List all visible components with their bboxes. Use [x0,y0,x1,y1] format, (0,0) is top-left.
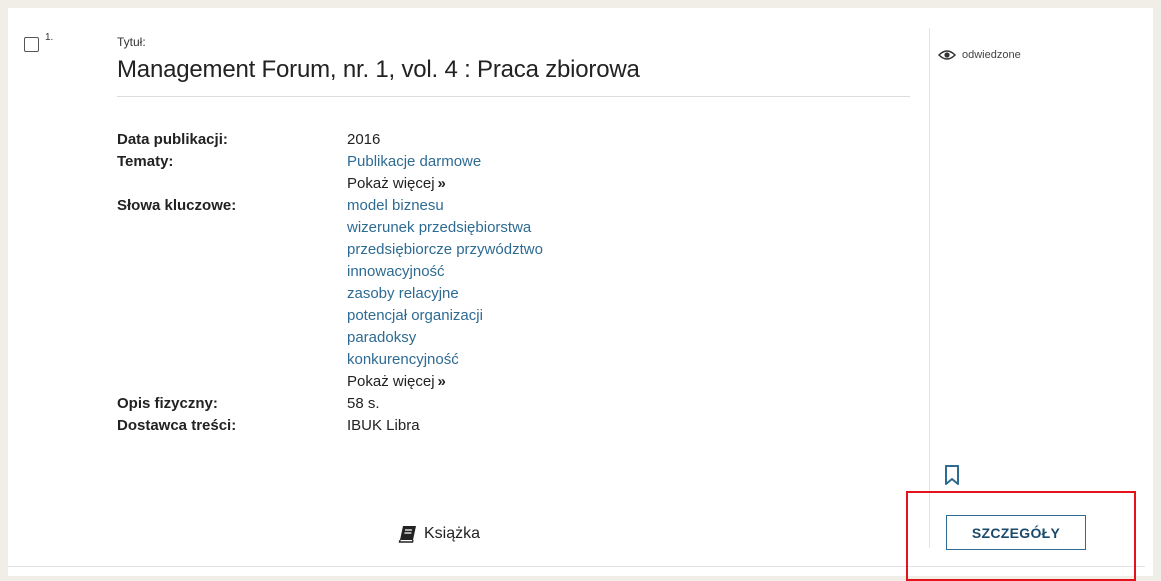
show-more-subjects[interactable]: Pokaż więcej» [347,173,481,195]
provider-label: Dostawca treści: [117,417,237,434]
title-label: Tytuł: [117,35,146,49]
pub-date-label: Data publikacji: [117,131,228,148]
subjects-label: Tematy: [117,153,174,170]
show-more-label: Pokaż więcej [347,175,435,192]
result-card: 1. Tytuł: Management Forum, nr. 1, vol. … [8,8,1153,576]
physical-value: 58 s. [347,395,380,412]
subjects-row: Tematy: Publikacje darmowe Pokaż więcej» [117,151,543,195]
visited-indicator: odwiedzone [938,49,1021,61]
double-chevron-right-icon: » [437,373,446,390]
book-icon [398,526,416,543]
details-button[interactable]: SZCZEGÓŁY [946,515,1086,550]
double-chevron-right-icon: » [437,175,446,192]
pub-date-row: Data publikacji: 2016 [117,129,543,151]
keyword-link[interactable]: konkurencyjność [347,349,543,371]
show-more-label: Pokaż więcej [347,373,435,390]
record-details: Data publikacji: 2016 Tematy: Publikacje… [117,129,543,437]
record-title[interactable]: Management Forum, nr. 1, vol. 4 : Praca … [117,56,640,84]
format-label: Książka [424,525,481,542]
keyword-link[interactable]: model biznesu [347,195,543,217]
bookmark-icon[interactable] [944,464,960,491]
keyword-link[interactable]: zasoby relacyjne [347,283,543,305]
select-checkbox[interactable] [24,37,39,52]
keywords-row: Słowa kluczowe: model biznesu wizerunek … [117,195,543,393]
title-divider [117,96,910,97]
bottom-divider [8,566,1145,567]
format-type: Książka [398,525,480,543]
visited-label: odwiedzone [962,49,1021,61]
result-number: 1. [45,32,54,43]
physical-label: Opis fizyczny: [117,395,218,412]
side-divider [929,28,930,548]
keyword-link[interactable]: potencjał organizacji [347,305,543,327]
eye-icon [938,50,956,60]
provider-row: Dostawca treści: IBUK Libra [117,415,543,437]
keyword-link[interactable]: innowacyjność [347,261,543,283]
physical-row: Opis fizyczny: 58 s. [117,393,543,415]
keywords-label: Słowa kluczowe: [117,197,237,214]
keyword-link[interactable]: przedsiębiorcze przywództwo [347,239,543,261]
show-more-keywords[interactable]: Pokaż więcej» [347,371,543,393]
keyword-link[interactable]: paradoksy [347,327,543,349]
provider-value: IBUK Libra [347,417,420,434]
pub-date-value: 2016 [347,131,381,148]
keyword-link[interactable]: wizerunek przedsiębiorstwa [347,217,543,239]
subject-link[interactable]: Publikacje darmowe [347,151,481,173]
